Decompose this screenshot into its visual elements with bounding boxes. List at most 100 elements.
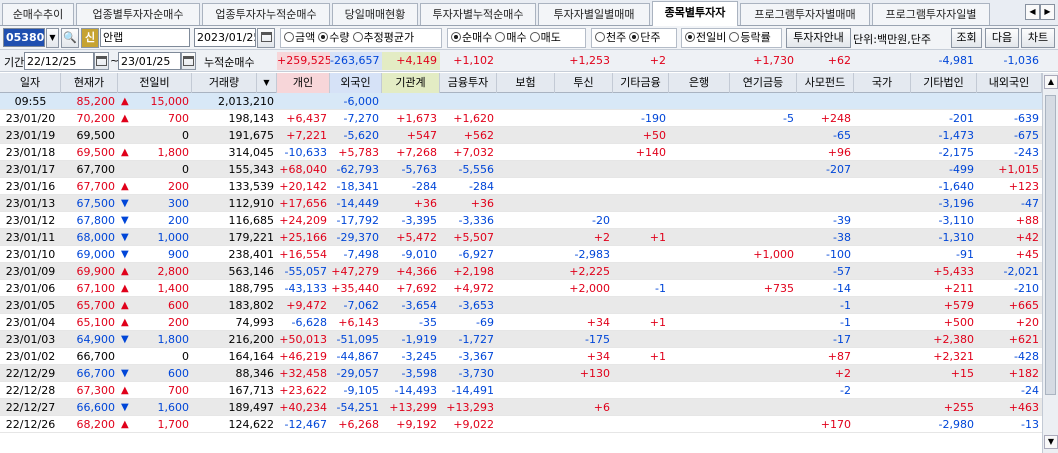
investor-cell: +123 bbox=[1008, 180, 1039, 193]
radio-r4-1-label[interactable]: 등락률 bbox=[740, 31, 770, 44]
date-cell: 23/01/19 bbox=[5, 129, 56, 142]
scroll-down-icon[interactable]: ▼ bbox=[1044, 435, 1058, 449]
table-row[interactable]: 23/01/16 67,700 ▲ 200 133,539 +20,142 -18,341 -… bbox=[0, 178, 1042, 195]
radio-r2-0-label[interactable]: 순매수 bbox=[462, 31, 492, 44]
table-row[interactable]: 23/01/03 64,900 ▼ 1,800 216,200 +50,013 -51,09… bbox=[0, 331, 1042, 348]
volume-sort-icon[interactable]: ▼ bbox=[257, 73, 277, 93]
radio-r4-0-label[interactable]: 전일비 bbox=[696, 31, 726, 44]
investor-cell: -675 bbox=[1014, 129, 1039, 142]
investor-cell: +9,022 bbox=[453, 418, 494, 431]
radio-r3-1-icon[interactable] bbox=[629, 32, 640, 42]
tab-1[interactable]: 업종별투자자순매수 bbox=[76, 3, 200, 25]
tab-0[interactable]: 순매수추이 bbox=[2, 3, 74, 25]
radio-r1-1-label[interactable]: 수량 bbox=[329, 31, 349, 44]
tab-2[interactable]: 업종투자자누적순매수 bbox=[202, 3, 330, 25]
from-calendar-icon[interactable] bbox=[94, 52, 109, 70]
change-value: 700 bbox=[168, 384, 189, 397]
table-row[interactable]: 23/01/05 65,700 ▲ 600 183,802 +9,472 -7,062 -3,… bbox=[0, 297, 1042, 314]
radio-r1-0-label[interactable]: 금액 bbox=[295, 31, 315, 44]
radio-r3-1-label[interactable]: 단주 bbox=[640, 31, 660, 44]
tab-6[interactable]: 종목별투자자 bbox=[652, 1, 738, 26]
radio-r1-0-icon[interactable] bbox=[284, 32, 294, 42]
table-row[interactable]: 22/12/29 66,700 ▼ 600 88,346 +32,458 -29,057 -3… bbox=[0, 365, 1042, 382]
investor-cell: -65 bbox=[833, 129, 851, 142]
investor-cell: -14,491 bbox=[451, 384, 494, 397]
tab-4[interactable]: 투자자별누적순매수 bbox=[420, 3, 536, 25]
radio-r3-0-label[interactable]: 천주 bbox=[606, 31, 626, 44]
tab-3[interactable]: 당일매매현황 bbox=[332, 3, 418, 25]
radio-r4-0-icon[interactable] bbox=[685, 32, 695, 42]
table-row[interactable]: 09:55 85,200 ▲ 15,000 2,013,210 -6,000 bbox=[0, 93, 1042, 110]
tab-scroll-left-icon[interactable]: ◀ bbox=[1025, 4, 1040, 20]
stock-code-input[interactable]: 053800 bbox=[3, 28, 45, 47]
table-row[interactable]: 23/01/06 67,100 ▲ 1,400 188,795 -43,133 +35,44… bbox=[0, 280, 1042, 297]
down-arrow-icon: ▼ bbox=[121, 334, 129, 345]
investor-cell bbox=[497, 263, 555, 280]
chart-button[interactable]: 차트 bbox=[1021, 28, 1055, 48]
tab-8[interactable]: 프로그램투자자일별 bbox=[872, 3, 990, 25]
calendar-icon[interactable] bbox=[257, 28, 275, 48]
radio-r1-2-label[interactable]: 추정평균가 bbox=[364, 31, 415, 44]
table-row[interactable]: 23/01/09 69,900 ▲ 2,800 563,146 -55,057 +47,27… bbox=[0, 263, 1042, 280]
price-cell: 69,000 bbox=[76, 248, 116, 261]
table-row[interactable]: 22/12/26 68,200 ▲ 1,700 124,622 -12,467 +6,268… bbox=[0, 416, 1042, 433]
tab-5[interactable]: 투자자별일별매매 bbox=[538, 3, 650, 25]
column-header-2: 전일비 bbox=[118, 73, 192, 93]
investor-cell: -12,467 bbox=[284, 418, 327, 431]
table-row[interactable]: 23/01/17 67,700 0 155,343 +68,040 -62,793 -5,7… bbox=[0, 161, 1042, 178]
change-value: 900 bbox=[168, 248, 189, 261]
code-dropdown-icon[interactable]: ▼ bbox=[46, 28, 59, 48]
up-arrow-icon: ▲ bbox=[121, 147, 129, 158]
vertical-scrollbar[interactable]: ▲ ▼ bbox=[1042, 73, 1058, 453]
radio-r2-2-label[interactable]: 매도 bbox=[541, 31, 561, 44]
table-row[interactable]: 23/01/02 66,700 0 164,164 +46,219 -44,867 -3,2… bbox=[0, 348, 1042, 365]
table-row[interactable]: 23/01/19 69,500 0 191,675 +7,221 -5,620 +547 +5… bbox=[0, 127, 1042, 144]
unit-label: 단위:백만원,단주 bbox=[853, 33, 932, 46]
sum-cell-13: +1,730 bbox=[753, 54, 794, 67]
radio-r2-0-icon[interactable] bbox=[451, 32, 461, 42]
query-button[interactable]: 조회 bbox=[951, 28, 982, 48]
table-row[interactable]: 23/01/13 67,500 ▼ 300 112,910 +17,656 -14,449 +… bbox=[0, 195, 1042, 212]
investor-cell bbox=[854, 127, 911, 144]
table-row[interactable]: 23/01/11 68,000 ▼ 1,000 179,221 +25,166 -29,37… bbox=[0, 229, 1042, 246]
radio-r2-1-label[interactable]: 매수 bbox=[506, 31, 526, 44]
search-icon[interactable]: 🔍 bbox=[61, 28, 79, 48]
radio-r1-1-icon[interactable] bbox=[318, 32, 329, 42]
investor-cell: -35 bbox=[419, 316, 437, 329]
period-to-input[interactable]: 23/01/25 bbox=[118, 52, 181, 70]
down-arrow-icon: ▼ bbox=[121, 232, 129, 243]
next-button[interactable]: 다음 bbox=[985, 28, 1019, 48]
table-row[interactable]: 23/01/20 70,200 ▲ 700 198,143 +6,437 -7,270 +1,… bbox=[0, 110, 1042, 127]
up-arrow-icon: ▲ bbox=[121, 317, 129, 328]
table-row[interactable]: 22/12/28 67,300 ▲ 700 167,713 +23,622 -9,105 -1… bbox=[0, 382, 1042, 399]
tab-7[interactable]: 프로그램투자자별매매 bbox=[740, 3, 870, 25]
date-cell: 23/01/20 bbox=[5, 112, 56, 125]
investor-cell: +2,380 bbox=[933, 333, 974, 346]
period-from-input[interactable]: 22/12/25 bbox=[24, 52, 94, 70]
trade-type-radio-group: 순매수 매수 매도 bbox=[447, 28, 586, 48]
investor-cell: +463 bbox=[1008, 401, 1039, 414]
radio-r3-0-icon[interactable] bbox=[595, 32, 605, 42]
query-date-input[interactable]: 2023/01/25 bbox=[194, 28, 256, 47]
investor-guide-button[interactable]: 투자자안내 bbox=[786, 28, 851, 48]
date-cell: 23/01/17 bbox=[5, 163, 56, 176]
table-row[interactable]: 23/01/04 65,100 ▲ 200 74,993 -6,628 +6,143 -35 -… bbox=[0, 314, 1042, 331]
investor-cell bbox=[613, 178, 669, 195]
data-table-body[interactable]: 09:55 85,200 ▲ 15,000 2,013,210 -6,000 23/01/2… bbox=[0, 93, 1042, 453]
volume-cell: 191,675 bbox=[228, 129, 275, 142]
radio-r2-2-icon[interactable] bbox=[529, 32, 540, 42]
investor-cell bbox=[669, 229, 730, 246]
radio-r2-1-icon[interactable] bbox=[495, 32, 506, 42]
investor-cell: -6,927 bbox=[458, 248, 494, 261]
investor-cell bbox=[669, 297, 730, 314]
table-row[interactable]: 22/12/27 66,600 ▼ 1,600 189,497 +40,234 -54,25… bbox=[0, 399, 1042, 416]
to-calendar-icon[interactable] bbox=[181, 52, 196, 70]
radio-r4-1-icon[interactable] bbox=[729, 32, 740, 42]
tab-scroll-right-icon[interactable]: ▶ bbox=[1040, 4, 1055, 20]
radio-r1-2-icon[interactable] bbox=[352, 32, 363, 42]
table-row[interactable]: 23/01/10 69,000 ▼ 900 238,401 +16,554 -7,498 -9… bbox=[0, 246, 1042, 263]
table-row[interactable]: 23/01/12 67,800 ▼ 200 116,685 +24,209 -17,792 -… bbox=[0, 212, 1042, 229]
scroll-thumb[interactable] bbox=[1045, 95, 1056, 395]
table-row[interactable]: 23/01/18 69,500 ▲ 1,800 314,045 -10,633 +5,783… bbox=[0, 144, 1042, 161]
scroll-up-icon[interactable]: ▲ bbox=[1044, 75, 1058, 89]
